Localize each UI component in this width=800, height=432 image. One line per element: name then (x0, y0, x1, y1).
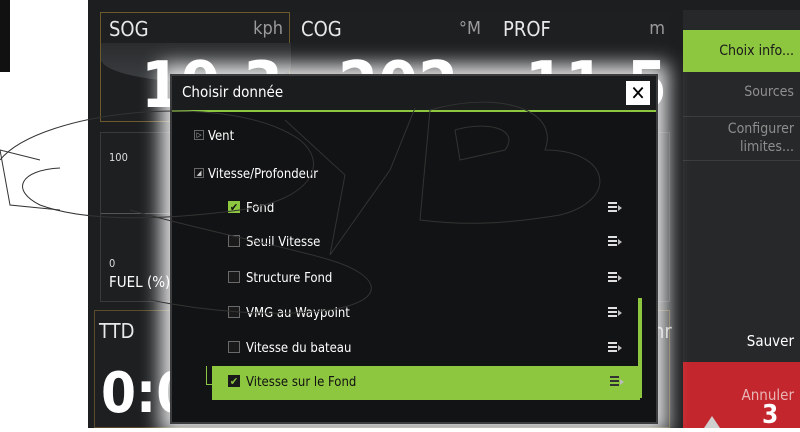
options-icon[interactable] (610, 376, 624, 388)
item-label: Structure Fond (246, 271, 333, 286)
fuel-top-value: 100 (109, 151, 128, 164)
list-item-vitesse-du-bateau[interactable]: Vitesse du bateau (174, 332, 638, 366)
choix-info-button[interactable]: Choix info... (683, 30, 800, 72)
item-label: Fond (246, 201, 275, 216)
cog-unit: °M (458, 18, 481, 39)
list-item-seuil-vitesse[interactable]: Seuil Vitesse (174, 226, 638, 260)
group-vent[interactable]: ▷ Vent (174, 120, 638, 154)
dialog-title: Choisir donnée (182, 83, 284, 101)
checkbox[interactable] (228, 306, 240, 318)
sog-unit: kph (253, 18, 283, 39)
options-icon[interactable] (608, 307, 622, 319)
item-label: Vitesse du bateau (246, 341, 352, 356)
checkbox[interactable] (228, 341, 240, 353)
choisir-donnee-dialog: Choisir donnée ✕ ▷ Vent ◢ Vitesse/Profon… (170, 74, 658, 424)
sources-button[interactable]: Sources (683, 84, 800, 100)
configurer-line1: Configurer (727, 121, 794, 137)
fuel-bottom-value: 0 (109, 257, 116, 270)
checkbox[interactable] (228, 235, 240, 247)
group-vitesse-profondeur[interactable]: ◢ Vitesse/Profondeur (174, 158, 638, 192)
fuel-label: FUEL (%) (109, 273, 171, 291)
corner-block (0, 0, 10, 72)
configurer-line2: limites... (739, 139, 794, 155)
sog-label: SOG (109, 17, 149, 41)
list-item-vmg-au-waypoint[interactable]: VMG au Waypoint (174, 297, 638, 331)
group-label: Vent (208, 129, 235, 144)
expand-triangle-icon[interactable]: ▷ (194, 130, 204, 140)
tree-connector (206, 366, 215, 385)
prof-label: PROF (503, 17, 551, 41)
close-icon[interactable]: ✕ (626, 81, 650, 105)
sauver-button[interactable]: Sauver (683, 332, 800, 350)
checkbox[interactable]: ✔ (228, 375, 240, 387)
list-item-vitesse-sur-le-fond[interactable]: ✔ Vitesse sur le Fond (212, 366, 640, 400)
item-label: Seuil Vitesse (246, 235, 321, 250)
options-icon[interactable] (608, 342, 622, 354)
ttd-label: TTD (99, 319, 135, 343)
screenshot-frame: SOG kph 19.3 COG °M 202 PROF m 11.5 100 … (0, 0, 800, 430)
bottom-right-value: 3 (762, 400, 779, 430)
checkbox[interactable] (228, 271, 240, 283)
scrollbar[interactable] (638, 298, 642, 398)
collapse-triangle-icon[interactable]: ◢ (194, 168, 204, 178)
options-icon[interactable] (608, 236, 622, 248)
arrow-indicator (700, 408, 724, 428)
group-label: Vitesse/Profondeur (208, 167, 319, 182)
prof-unit: m (649, 18, 665, 39)
context-sidebar: Choix info... Sources Configurer limites… (683, 10, 800, 428)
configurer-limites-button[interactable]: Configurer limites... (683, 120, 800, 156)
checkbox[interactable]: ✔ (228, 201, 240, 213)
item-label: Vitesse sur le Fond (246, 375, 357, 390)
item-label: VMG au Waypoint (246, 306, 350, 321)
list-item-fond[interactable]: ✔ Fond (174, 192, 638, 226)
options-icon[interactable] (608, 202, 622, 214)
cog-label: COG (301, 17, 342, 41)
dialog-header: Choisir donnée ✕ (172, 76, 656, 112)
options-icon[interactable] (608, 272, 622, 284)
list-item-structure-fond[interactable]: Structure Fond (174, 262, 638, 296)
